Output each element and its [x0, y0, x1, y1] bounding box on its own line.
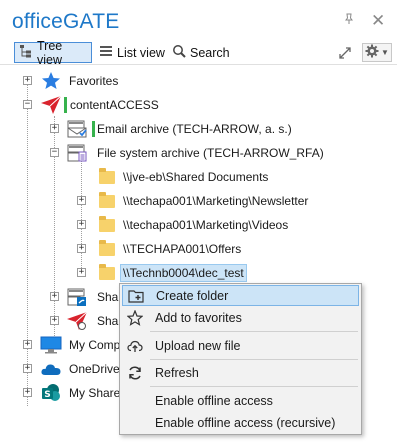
- tree-item-my-sharepoint[interactable]: + S My Sharel: [0, 382, 125, 404]
- menu-item-label: Enable offline access: [155, 393, 273, 408]
- expand-icon[interactable]: +: [77, 220, 86, 229]
- list-view-button[interactable]: List view: [95, 42, 169, 63]
- create-folder-icon: [126, 286, 146, 306]
- onedrive-cloud-icon: [40, 359, 62, 379]
- tree-item-label: OneDrive: [69, 362, 120, 376]
- computer-icon: [40, 335, 62, 355]
- menu-item-label: Create folder: [156, 288, 229, 303]
- tree-item-fs-archive[interactable]: − File system archive (TECH-ARROW_RFA): [0, 142, 397, 164]
- context-menu: Create folder Add to favorites Upload ne…: [119, 283, 362, 435]
- menu-item-label: Upload new file: [155, 338, 241, 353]
- tree-item-onedrive[interactable]: + OneDrive: [0, 358, 125, 380]
- add-to-favorites-menu-item[interactable]: Add to favorites: [122, 307, 359, 328]
- settings-dropdown-button[interactable]: ▼: [362, 43, 392, 62]
- folder-icon: [96, 167, 118, 187]
- menu-item-label: Enable offline access (recursive): [155, 415, 336, 430]
- search-icon: [172, 44, 186, 61]
- search-label: Search: [190, 45, 230, 60]
- menu-item-label: Refresh: [155, 365, 199, 380]
- share-archive-icon: [66, 287, 88, 307]
- expand-icon[interactable]: +: [50, 292, 59, 301]
- collapse-icon[interactable]: −: [50, 148, 59, 157]
- expand-icon[interactable]: +: [77, 196, 86, 205]
- folder-icon: [96, 263, 118, 283]
- star-icon: [40, 71, 62, 91]
- list-view-icon: [99, 44, 113, 61]
- expand-icon[interactable]: +: [23, 364, 32, 373]
- tree-view-label: Tree view: [37, 38, 63, 67]
- tree-item-email-archive[interactable]: + Email archive (TECH-ARROW, a. s.): [0, 118, 397, 140]
- expand-icon[interactable]: +: [77, 244, 86, 253]
- tree-item-label: Email archive (TECH-ARROW, a. s.): [97, 122, 292, 136]
- tree-item-label: My Comp: [69, 338, 121, 352]
- menu-separator: [150, 359, 358, 360]
- collapse-icon[interactable]: −: [23, 100, 32, 109]
- sharepoint-icon: S: [40, 383, 62, 403]
- share-sync-icon: [66, 311, 88, 331]
- expand-icon[interactable]: +: [23, 76, 32, 85]
- tree-item-label: contentACCESS: [70, 98, 159, 112]
- tree-view-icon: [19, 44, 33, 61]
- tree-item-label: File system archive (TECH-ARROW_RFA): [97, 146, 324, 160]
- refresh-icon: [125, 363, 145, 383]
- tree-item-folder[interactable]: + \\TECHAPA001\Offers: [0, 238, 397, 260]
- enable-offline-recursive-menu-item[interactable]: Enable offline access (recursive): [122, 412, 359, 433]
- status-bar: [64, 97, 67, 113]
- tree-item-label: My Sharel: [69, 386, 124, 400]
- expand-collapse-icon[interactable]: [336, 43, 354, 62]
- tree-item-label: \\TECHAPA001\Offers: [123, 242, 242, 256]
- list-view-label: List view: [117, 45, 165, 60]
- tree-item-favorites[interactable]: + Favorites: [0, 70, 397, 92]
- search-button[interactable]: Search: [168, 42, 234, 63]
- enable-offline-menu-item[interactable]: Enable offline access: [122, 390, 359, 411]
- tree-item-folder-selected[interactable]: + \\Technb0004\dec_test: [0, 262, 397, 284]
- menu-item-label: Add to favorites: [155, 310, 242, 325]
- tree-item-folder[interactable]: + \\techapa001\Marketing\Newsletter: [0, 190, 397, 212]
- folder-icon: [96, 215, 118, 235]
- tree-item-label: \\techapa001\Marketing\Videos: [123, 218, 289, 232]
- tree-item-label: \\jve-eb\Shared Documents: [123, 170, 269, 184]
- expand-icon[interactable]: +: [50, 124, 59, 133]
- tree-view-button[interactable]: Tree view: [14, 39, 92, 67]
- expand-icon[interactable]: +: [50, 316, 59, 325]
- tree-item-content-access[interactable]: − contentACCESS: [0, 94, 397, 116]
- folder-icon: [96, 191, 118, 211]
- tree-item-folder[interactable]: + \\techapa001\Marketing\Videos: [0, 214, 397, 236]
- email-archive-icon: [66, 119, 88, 139]
- menu-separator: [150, 331, 358, 332]
- expand-icon[interactable]: +: [77, 268, 86, 277]
- refresh-menu-item[interactable]: Refresh: [122, 362, 359, 383]
- close-icon[interactable]: ✕: [371, 11, 385, 31]
- title-bar: officeGATE ✕: [0, 0, 397, 40]
- tree-item-my-computer[interactable]: + My Comp: [0, 334, 125, 356]
- upload-cloud-icon: [125, 336, 145, 356]
- chevron-down-icon: ▼: [381, 48, 389, 57]
- tree-item-label: Favorites: [69, 74, 119, 88]
- expand-icon[interactable]: +: [23, 340, 32, 349]
- toolbar: Tree view List view Search ▼: [0, 39, 397, 67]
- tree-item-label: \\techapa001\Marketing\Newsletter: [123, 194, 309, 208]
- tree-item-label: \\Technb0004\dec_test: [120, 264, 247, 282]
- tree-item-share[interactable]: + Share: [0, 310, 129, 332]
- content-access-icon: [40, 95, 62, 115]
- star-outline-icon: [125, 308, 145, 328]
- create-folder-menu-item[interactable]: Create folder: [122, 285, 359, 306]
- upload-new-file-menu-item[interactable]: Upload new file: [122, 335, 359, 356]
- app-title: officeGATE: [12, 10, 120, 33]
- menu-separator: [150, 386, 358, 387]
- file-system-archive-icon: [66, 143, 88, 163]
- expand-icon[interactable]: +: [23, 388, 32, 397]
- svg-text:S: S: [44, 390, 50, 400]
- tree-item-share[interactable]: + Share: [0, 286, 129, 308]
- pin-icon[interactable]: [343, 13, 355, 28]
- gear-icon: [365, 44, 379, 61]
- folder-icon: [96, 239, 118, 259]
- tree-item-folder[interactable]: \\jve-eb\Shared Documents: [0, 166, 397, 188]
